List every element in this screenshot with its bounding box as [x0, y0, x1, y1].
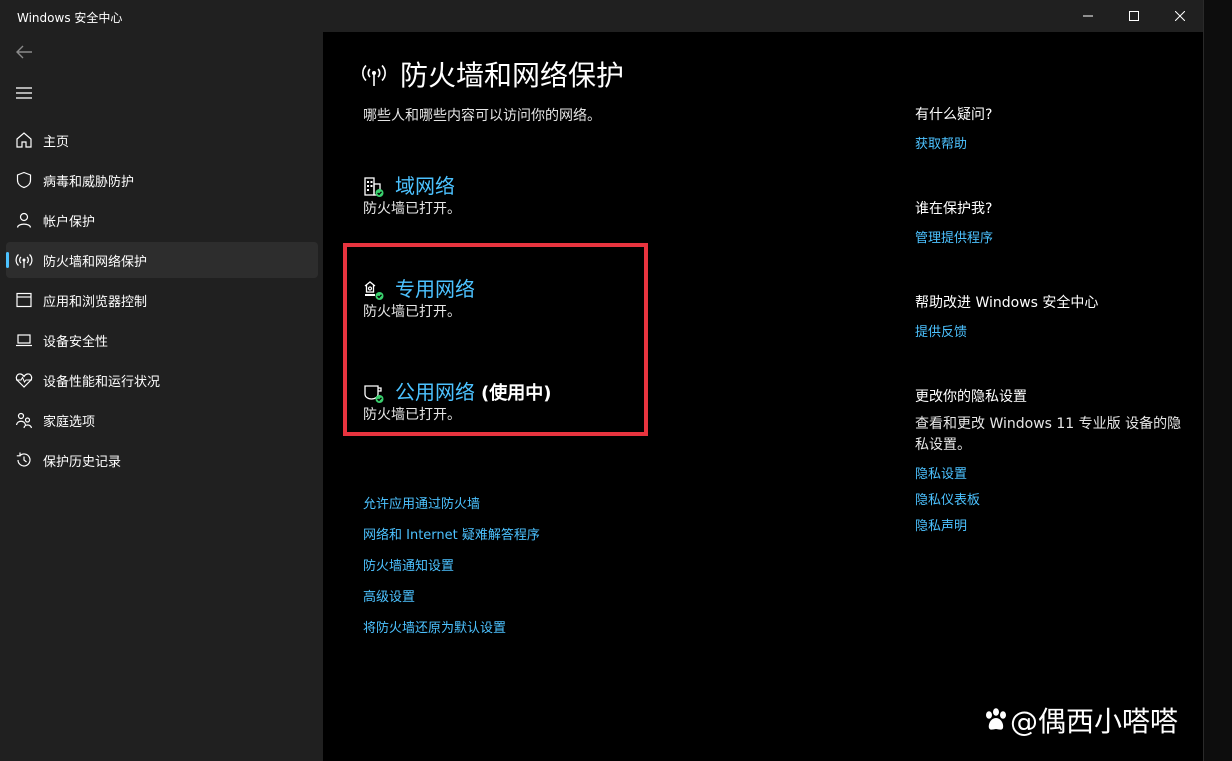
sidebar-item-virus-protection[interactable]: 病毒和威胁防护	[6, 162, 318, 198]
sidebar-item-family-options[interactable]: 家庭选项	[6, 402, 318, 438]
sidebar-item-label: 防火墙和网络保护	[43, 255, 148, 270]
network-name[interactable]: 域网络	[395, 174, 455, 198]
network-name[interactable]: 专用网络	[395, 277, 475, 301]
sidebar-item-label: 应用和浏览器控制	[43, 295, 148, 310]
sidebar-item-label: 家庭选项	[43, 415, 96, 430]
home-icon	[16, 132, 32, 148]
protect-heading: 谁在保护我?	[915, 201, 993, 217]
sidebar-item-protection-history[interactable]: 保护历史记录	[6, 442, 318, 478]
watermark-text: @偶西小嗒嗒	[1010, 705, 1179, 738]
sidebar-item-label: 设备性能和运行状况	[43, 375, 161, 390]
sidebar-item-device-health[interactable]: 设备性能和运行状况	[6, 362, 318, 398]
sidebar-item-home[interactable]: 主页	[6, 122, 318, 158]
give-feedback-link[interactable]: 提供反馈	[915, 320, 1195, 346]
minimize-button[interactable]	[1065, 0, 1111, 32]
maximize-icon	[1129, 11, 1139, 21]
privacy-description: 查看和更改 Windows 11 专业版 设备的隐私设置。	[915, 416, 1182, 453]
maximize-button[interactable]	[1111, 0, 1157, 32]
app-title: Windows 安全中心	[17, 11, 123, 25]
sidebar-item-label: 保护历史记录	[43, 455, 122, 470]
restore-firewall-defaults-link[interactable]: 将防火墙还原为默认设置	[363, 617, 540, 648]
hamburger-icon	[16, 87, 32, 99]
network-status: 防火墙已打开。	[363, 304, 461, 320]
sidebar-item-firewall[interactable]: 防火墙和网络保护	[6, 242, 318, 278]
page-title: 防火墙和网络保护	[400, 59, 625, 92]
private-network-icon	[364, 281, 384, 300]
sidebar-item-label: 病毒和威胁防护	[43, 175, 135, 190]
app-window-icon	[16, 292, 32, 308]
history-icon	[16, 452, 31, 467]
public-network-icon	[364, 385, 384, 403]
network-status: 防火墙已打开。	[363, 407, 461, 423]
in-use-badge: (使用中)	[481, 383, 552, 404]
privacy-settings-link[interactable]: 隐私设置	[915, 462, 1195, 488]
paw-logo-icon	[986, 708, 1006, 730]
get-help-link[interactable]: 获取帮助	[915, 132, 1195, 158]
protect-section: 谁在保护我? 管理提供程序	[915, 199, 1195, 252]
laptop-icon	[16, 334, 32, 347]
page-subtitle: 哪些人和哪些内容可以访问你的网络。	[363, 108, 601, 124]
menu-button[interactable]	[10, 81, 38, 105]
watermark: @偶西小嗒嗒	[982, 700, 1178, 740]
close-button[interactable]	[1157, 0, 1203, 32]
network-link[interactable]: 公用网络 (使用中)	[395, 376, 551, 405]
active-indicator	[6, 252, 9, 268]
back-button[interactable]	[10, 40, 38, 64]
privacy-heading: 更改你的隐私设置	[915, 389, 1027, 405]
privacy-dashboard-link[interactable]: 隐私仪表板	[915, 488, 1195, 514]
family-icon	[15, 412, 33, 429]
help-heading: 有什么疑问?	[915, 107, 993, 123]
antenna-icon	[362, 64, 386, 86]
settings-links: 允许应用通过防火墙 网络和 Internet 疑难解答程序 防火墙通知设置 高级…	[363, 493, 540, 648]
privacy-section: 更改你的隐私设置 查看和更改 Windows 11 专业版 设备的隐私设置。 隐…	[915, 387, 1195, 540]
network-troubleshooter-link[interactable]: 网络和 Internet 疑难解答程序	[363, 524, 540, 555]
firewall-notification-settings-link[interactable]: 防火墙通知设置	[363, 555, 540, 586]
back-arrow-icon	[16, 45, 32, 59]
sidebar-item-app-browser-control[interactable]: 应用和浏览器控制	[6, 282, 318, 318]
allow-app-through-firewall-link[interactable]: 允许应用通过防火墙	[363, 493, 540, 524]
network-name[interactable]: 公用网络	[395, 380, 475, 404]
person-icon	[16, 212, 32, 228]
manage-providers-link[interactable]: 管理提供程序	[915, 226, 1195, 252]
antenna-icon	[15, 254, 33, 268]
sidebar: 主页 病毒和威胁防护 帐户保护 防火墙和网络保护 应用和浏览器控制 设备安全性 …	[0, 32, 323, 761]
sidebar-item-device-security[interactable]: 设备安全性	[6, 322, 318, 358]
heart-pulse-icon	[15, 373, 33, 388]
sidebar-item-label: 设备安全性	[43, 335, 109, 350]
domain-network-icon	[364, 177, 384, 197]
network-link[interactable]: 域网络	[395, 170, 455, 199]
privacy-statement-link[interactable]: 隐私声明	[915, 514, 1195, 540]
app-window: Windows 安全中心 主页 病毒和威胁防护 帐户保护 防火墙和网络保护 应用…	[0, 0, 1204, 761]
sidebar-item-account-protection[interactable]: 帐户保护	[6, 202, 318, 238]
help-section: 有什么疑问? 获取帮助	[915, 105, 1195, 158]
improve-heading: 帮助改进 Windows 安全中心	[915, 295, 1099, 311]
advanced-settings-link[interactable]: 高级设置	[363, 586, 540, 617]
main-content: 防火墙和网络保护 哪些人和哪些内容可以访问你的网络。 域网络 防火墙已打开。 专…	[323, 32, 1203, 761]
title-bar: Windows 安全中心	[0, 0, 1203, 32]
sidebar-item-label: 主页	[43, 135, 70, 150]
sidebar-item-label: 帐户保护	[43, 215, 96, 230]
network-status: 防火墙已打开。	[363, 201, 461, 217]
improve-section: 帮助改进 Windows 安全中心 提供反馈	[915, 293, 1195, 346]
close-icon	[1175, 11, 1185, 21]
network-link[interactable]: 专用网络	[395, 273, 475, 302]
minimize-icon	[1083, 15, 1093, 17]
shield-icon	[16, 171, 32, 189]
